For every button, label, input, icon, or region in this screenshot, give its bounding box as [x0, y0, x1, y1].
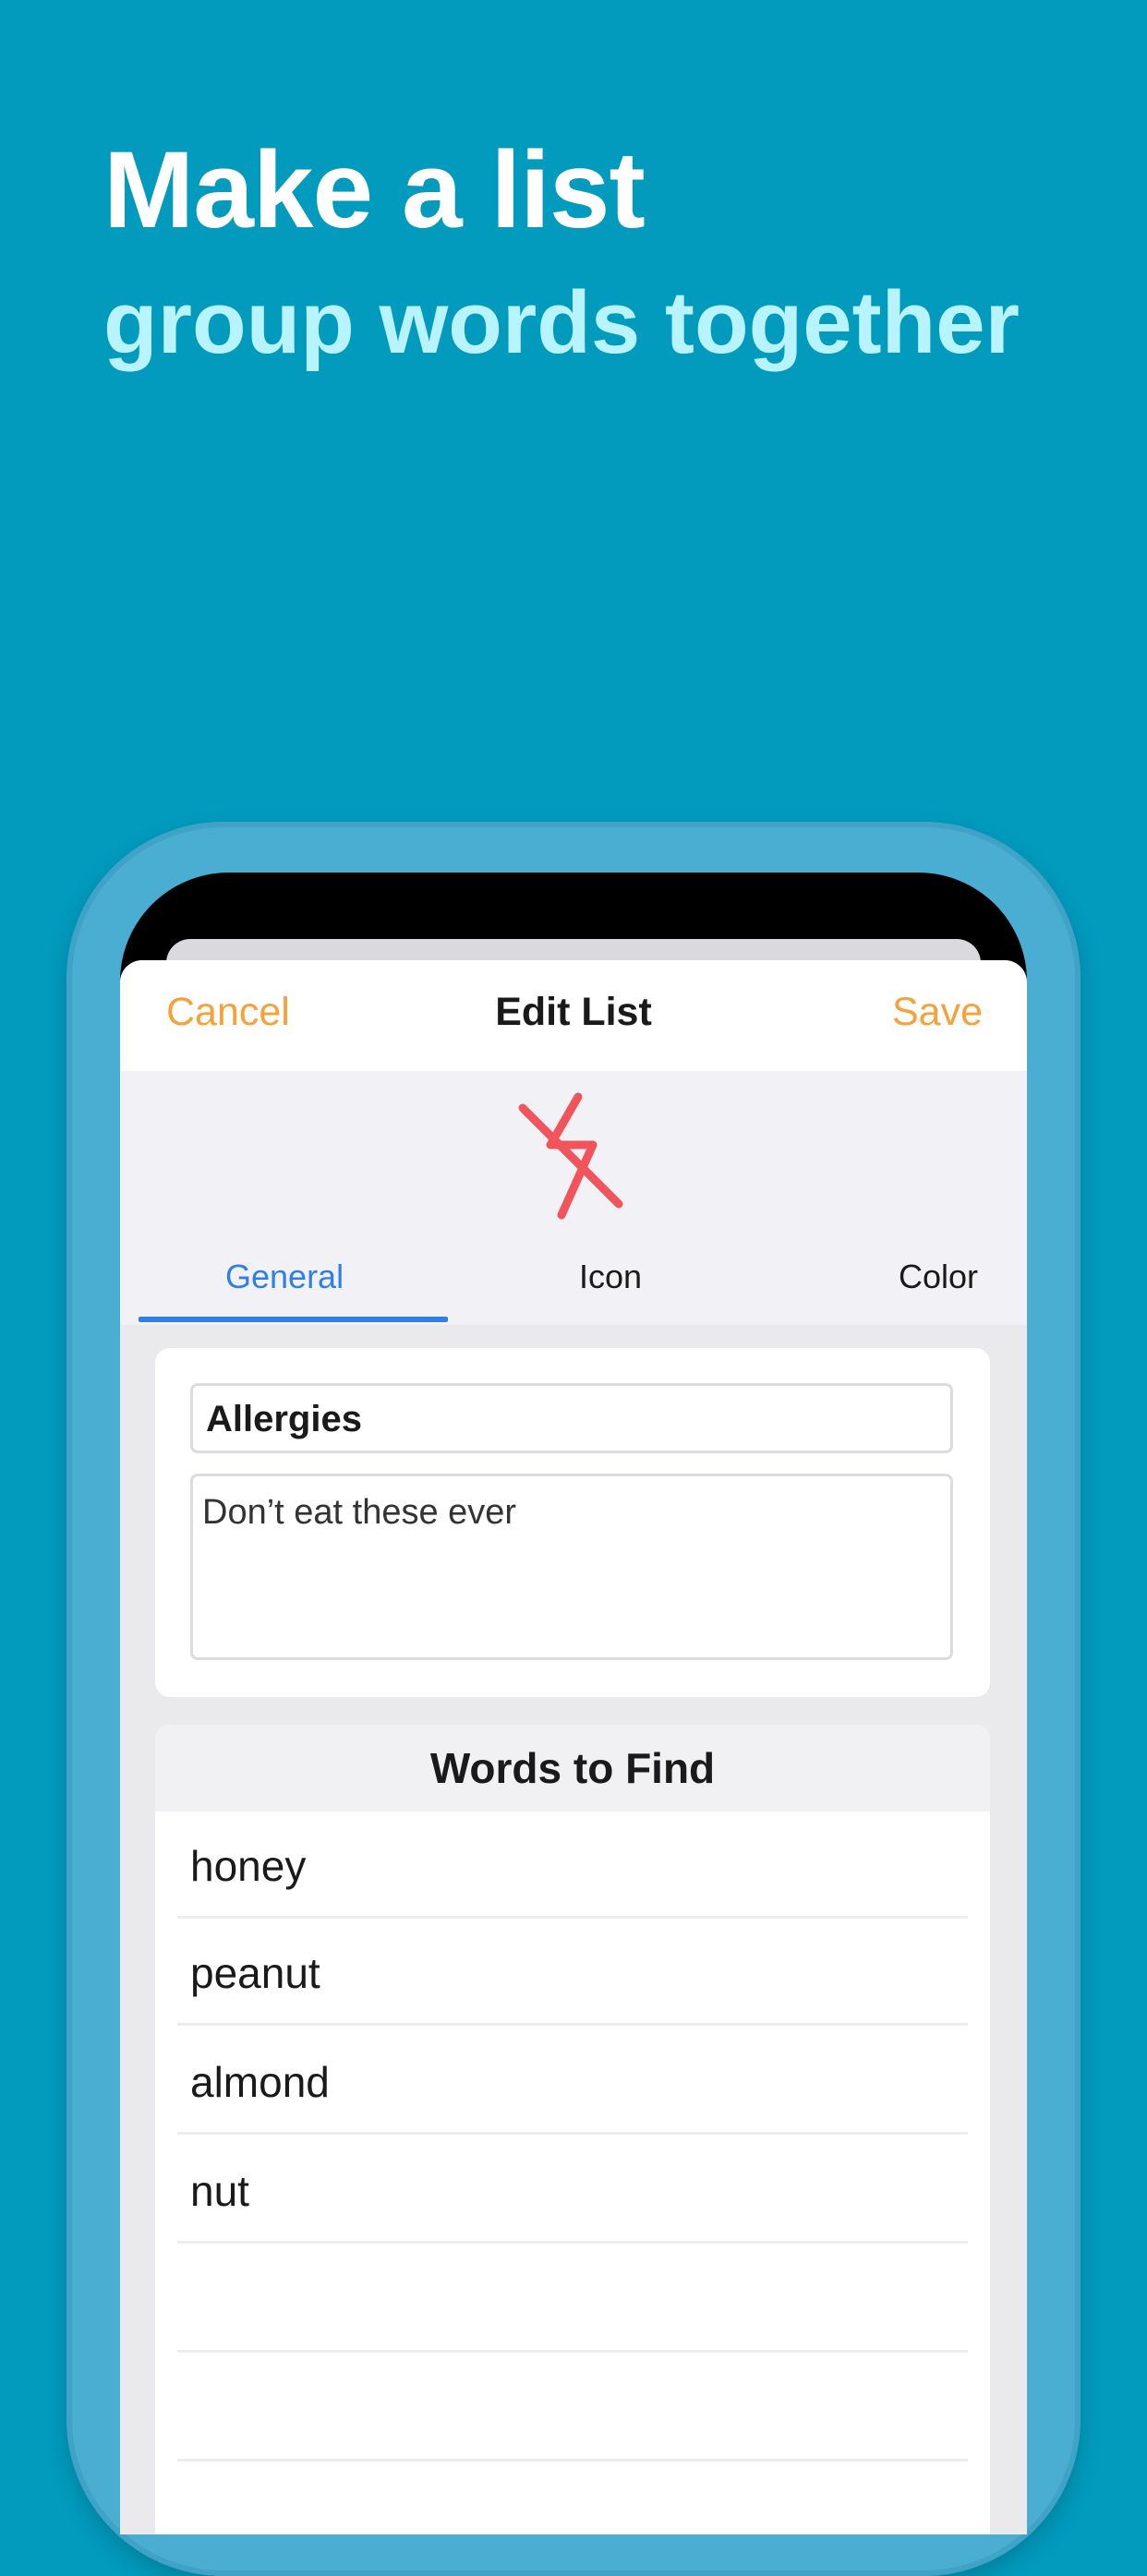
- word-row[interactable]: almond: [177, 2028, 968, 2135]
- tab-color[interactable]: Color: [899, 1258, 978, 1296]
- list-name-field[interactable]: Allergies: [190, 1383, 953, 1453]
- general-card: Allergies Don’t eat these ever: [155, 1348, 990, 1697]
- nav-title: Edit List: [495, 990, 652, 1034]
- tab-general[interactable]: General: [225, 1258, 344, 1296]
- edit-list-sheet: Cancel Edit List Save General Icon Color: [120, 960, 1027, 2534]
- active-tab-indicator: [139, 1317, 448, 1322]
- list-header-area: General Icon Color: [120, 1071, 1027, 1325]
- tab-bar: General Icon Color: [120, 1246, 1027, 1325]
- words-section-header: Words to Find: [155, 1725, 990, 1812]
- word-row[interactable]: nut: [177, 2137, 968, 2244]
- headline-subtitle: group words together: [103, 273, 1020, 372]
- tab-icon[interactable]: Icon: [579, 1258, 642, 1296]
- word-text: nut: [190, 2167, 249, 2215]
- word-row-empty[interactable]: [177, 2354, 968, 2462]
- word-row[interactable]: honey: [177, 1812, 968, 1919]
- word-row[interactable]: peanut: [177, 1919, 968, 2026]
- nav-bar: Cancel Edit List Save: [120, 960, 1027, 1071]
- words-card: Words to Find honey peanut almond nut: [155, 1725, 990, 2534]
- word-text: almond: [190, 2058, 330, 2106]
- word-text: honey: [190, 1842, 307, 1890]
- phone-screen: Cancel Edit List Save General Icon Color: [120, 873, 1027, 2534]
- zap-off-icon: [513, 1088, 630, 1226]
- word-text: peanut: [190, 1949, 320, 1997]
- list-description-field[interactable]: Don’t eat these ever: [190, 1474, 953, 1660]
- word-row-empty[interactable]: [177, 2245, 968, 2353]
- headline-title: Make a list: [103, 129, 646, 251]
- save-button[interactable]: Save: [892, 990, 983, 1035]
